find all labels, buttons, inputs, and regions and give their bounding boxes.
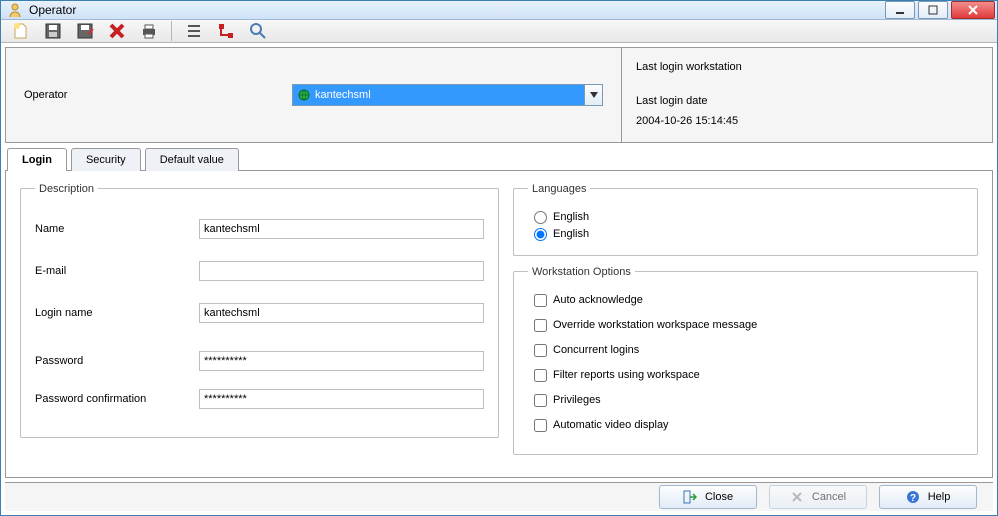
hierarchy-icon[interactable] bbox=[216, 21, 236, 41]
window-title: Operator bbox=[29, 3, 76, 17]
override-msg-option[interactable]: Override workstation workspace message bbox=[534, 319, 963, 332]
concurrent-label: Concurrent logins bbox=[553, 344, 639, 356]
cancel-x-icon bbox=[790, 490, 804, 504]
privileges-checkbox[interactable] bbox=[534, 394, 547, 407]
name-field[interactable] bbox=[199, 219, 484, 239]
last-login-workstation-label: Last login workstation bbox=[636, 58, 978, 78]
email-field[interactable] bbox=[199, 261, 484, 281]
auto-ack-label: Auto acknowledge bbox=[553, 294, 643, 306]
operator-dropdown[interactable]: kantechsml bbox=[292, 84, 603, 106]
help-button[interactable]: ? Help bbox=[879, 485, 977, 509]
filter-reports-label: Filter reports using workspace bbox=[553, 369, 700, 381]
auto-video-option[interactable]: Automatic video display bbox=[534, 419, 963, 432]
privileges-label: Privileges bbox=[553, 394, 601, 406]
dropdown-arrow-icon[interactable] bbox=[585, 84, 603, 106]
language-option-1-label: English bbox=[553, 211, 589, 223]
titlebar: Operator bbox=[1, 1, 997, 20]
language-option-1[interactable]: English bbox=[534, 211, 963, 224]
help-icon: ? bbox=[906, 490, 920, 504]
languages-group: Languages English English bbox=[513, 183, 978, 256]
language-radio-1[interactable] bbox=[534, 211, 547, 224]
close-button-label: Close bbox=[705, 491, 733, 503]
last-login-date-label: Last login date bbox=[636, 92, 978, 112]
save-as-icon[interactable] bbox=[75, 21, 95, 41]
workstation-options-group: Workstation Options Auto acknowledge Ove… bbox=[513, 266, 978, 455]
password-label: Password bbox=[35, 355, 199, 367]
minimize-button[interactable] bbox=[885, 1, 915, 19]
tab-content-login: Description Name E-mail Login name Passw… bbox=[5, 170, 993, 478]
override-msg-checkbox[interactable] bbox=[534, 319, 547, 332]
workstation-options-legend: Workstation Options bbox=[528, 266, 635, 278]
privileges-option[interactable]: Privileges bbox=[534, 394, 963, 407]
operator-selector-area: Operator kantechsml bbox=[6, 48, 622, 141]
concurrent-option[interactable]: Concurrent logins bbox=[534, 344, 963, 357]
operator-label: Operator bbox=[24, 89, 292, 101]
password-confirm-field[interactable] bbox=[199, 389, 484, 409]
door-exit-icon bbox=[683, 490, 697, 504]
filter-reports-option[interactable]: Filter reports using workspace bbox=[534, 369, 963, 382]
last-login-info: Last login workstation Last login date 2… bbox=[622, 48, 992, 141]
description-group: Description Name E-mail Login name Passw… bbox=[20, 183, 499, 438]
password-field[interactable] bbox=[199, 351, 484, 371]
language-radio-2[interactable] bbox=[534, 228, 547, 241]
auto-ack-checkbox[interactable] bbox=[534, 294, 547, 307]
password-confirm-label: Password confirmation bbox=[35, 393, 199, 405]
email-label: E-mail bbox=[35, 265, 199, 277]
filter-reports-checkbox[interactable] bbox=[534, 369, 547, 382]
login-name-field[interactable] bbox=[199, 303, 484, 323]
login-name-label: Login name bbox=[35, 307, 199, 319]
last-login-workstation-value bbox=[636, 78, 978, 92]
help-button-label: Help bbox=[928, 491, 951, 503]
description-legend: Description bbox=[35, 183, 98, 195]
toolbar bbox=[1, 20, 997, 43]
svg-text:?: ? bbox=[910, 493, 916, 504]
tab-security[interactable]: Security bbox=[71, 148, 141, 171]
operator-app-icon bbox=[7, 2, 23, 18]
maximize-button[interactable] bbox=[918, 1, 948, 19]
tab-login[interactable]: Login bbox=[7, 148, 67, 171]
auto-video-checkbox[interactable] bbox=[534, 419, 547, 432]
search-icon[interactable] bbox=[248, 21, 268, 41]
bottom-bar: Close Cancel ? Help bbox=[5, 482, 993, 511]
globe-icon bbox=[297, 88, 311, 102]
tab-default-value[interactable]: Default value bbox=[145, 148, 239, 171]
operator-selected-value: kantechsml bbox=[315, 89, 371, 101]
list-icon[interactable] bbox=[184, 21, 204, 41]
auto-video-label: Automatic video display bbox=[553, 419, 669, 431]
save-icon[interactable] bbox=[43, 21, 63, 41]
close-button[interactable]: Close bbox=[659, 485, 757, 509]
concurrent-checkbox[interactable] bbox=[534, 344, 547, 357]
print-icon[interactable] bbox=[139, 21, 159, 41]
close-window-button[interactable] bbox=[951, 1, 995, 19]
tabs: Login Security Default value bbox=[1, 148, 997, 171]
language-option-2-label: English bbox=[553, 228, 589, 240]
toolbar-separator bbox=[171, 21, 172, 41]
auto-ack-option[interactable]: Auto acknowledge bbox=[534, 294, 963, 307]
language-option-2[interactable]: English bbox=[534, 228, 963, 241]
new-icon[interactable] bbox=[11, 21, 31, 41]
languages-legend: Languages bbox=[528, 183, 590, 195]
cancel-button: Cancel bbox=[769, 485, 867, 509]
override-msg-label: Override workstation workspace message bbox=[553, 319, 757, 331]
last-login-date-value: 2004-10-26 15:14:45 bbox=[636, 112, 978, 132]
name-label: Name bbox=[35, 223, 199, 235]
delete-icon[interactable] bbox=[107, 21, 127, 41]
cancel-button-label: Cancel bbox=[812, 491, 846, 503]
